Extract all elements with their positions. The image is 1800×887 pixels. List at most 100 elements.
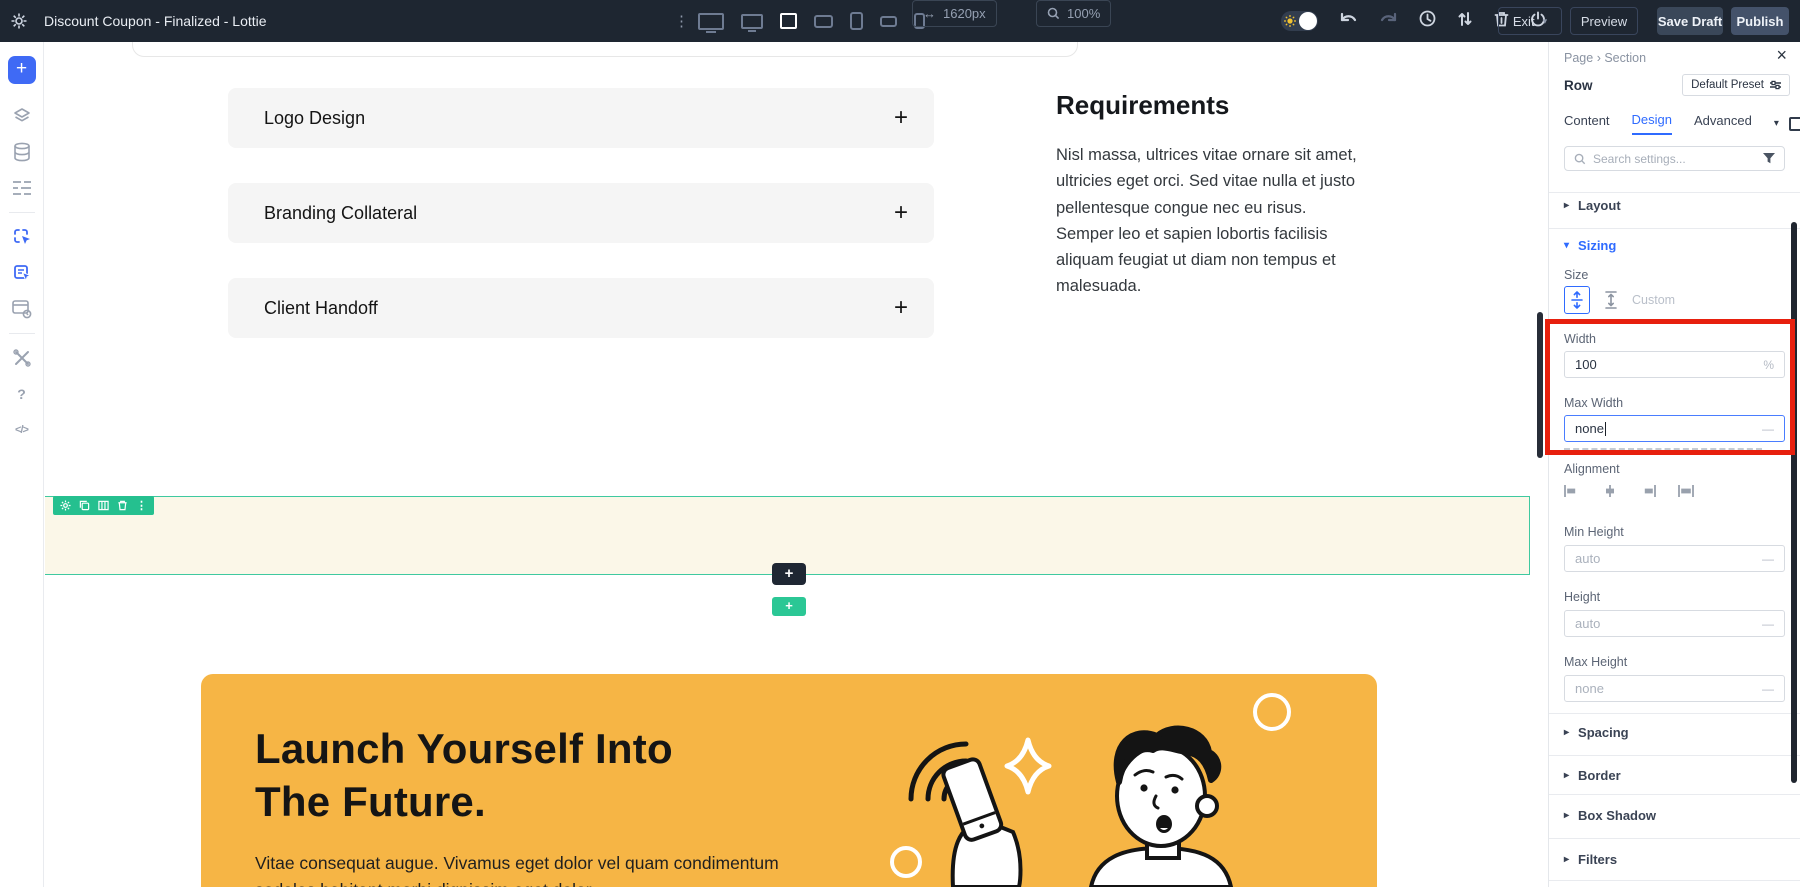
panel-divider (1549, 755, 1800, 756)
breadcrumb-page[interactable]: Page (1564, 51, 1593, 65)
settings-gear-icon[interactable] (10, 0, 28, 42)
align-left-button[interactable] (1564, 484, 1580, 503)
zoom-control[interactable]: 100% (1036, 0, 1111, 27)
collapsed-arrow-icon: ▸ (1564, 810, 1569, 821)
hero-section[interactable]: Launch Yourself Into The Future. Vitae c… (201, 674, 1377, 887)
plus-icon[interactable]: + (894, 104, 908, 132)
preset-sliders-icon (1770, 80, 1781, 90)
editor-canvas[interactable]: Logo Design + Branding Collateral + Clie… (45, 42, 1548, 887)
accordion-item-logo-design[interactable]: Logo Design + (228, 88, 934, 148)
import-export-icon[interactable] (1457, 11, 1473, 32)
max-height-unit[interactable]: — (1762, 682, 1774, 696)
add-inside-section-button[interactable]: + (772, 563, 806, 585)
add-section-below-button[interactable]: + (772, 597, 806, 616)
breakpoint-switcher (698, 0, 925, 42)
help-icon[interactable]: ? (10, 382, 34, 406)
sidebar-divider (9, 333, 35, 334)
align-center-button[interactable] (1602, 484, 1618, 503)
panel-divider (1549, 192, 1800, 193)
toolbar-settings-icon[interactable] (60, 500, 71, 511)
tab-content[interactable]: Content (1564, 113, 1610, 134)
max-height-input[interactable]: none — (1564, 675, 1785, 702)
section-spacing[interactable]: ▸ Spacing (1564, 725, 1785, 740)
toolbar-more-icon[interactable]: ⋮ (136, 499, 147, 512)
toolbar-trash-icon[interactable] (117, 500, 128, 511)
toolbar-duplicate-icon[interactable] (79, 500, 90, 511)
max-width-label: Max Width (1564, 396, 1785, 410)
filter-funnel-icon[interactable] (1763, 153, 1775, 164)
settings-panel: Page › Section × Row Default Preset Cont… (1548, 42, 1800, 887)
align-right-button[interactable] (1640, 484, 1656, 503)
history-clock-icon[interactable] (1419, 10, 1436, 32)
search-icon (1574, 153, 1586, 165)
canvas-width-input[interactable]: ↔ 1620px (912, 0, 997, 27)
size-height-button[interactable] (1598, 286, 1624, 314)
height-input[interactable]: auto — (1564, 610, 1785, 637)
selected-section[interactable]: ⋮ + + (45, 496, 1530, 575)
section-sizing[interactable]: ▾ Sizing (1564, 238, 1785, 253)
section-filters[interactable]: ▸ Filters (1564, 852, 1785, 867)
align-stretch-button[interactable] (1678, 484, 1694, 503)
tools-icon[interactable] (10, 346, 34, 370)
panel-scrollbar[interactable] (1791, 222, 1797, 783)
max-width-input[interactable]: none — (1564, 415, 1785, 442)
toolbar-columns-icon[interactable] (98, 500, 109, 511)
structure-tree-icon[interactable] (10, 176, 34, 200)
canvas-scrollbar[interactable] (1537, 312, 1543, 458)
partial-card-above (132, 42, 1078, 57)
layers-icon[interactable] (10, 104, 34, 128)
breakpoint-laptop-icon[interactable] (780, 13, 797, 29)
width-input[interactable]: 100 % (1564, 351, 1785, 378)
section-box-shadow[interactable]: ▸ Box Shadow (1564, 808, 1785, 823)
preview-button[interactable]: Preview (1570, 7, 1638, 35)
tab-advanced[interactable]: Advanced (1694, 113, 1752, 134)
magnifier-icon (1047, 7, 1060, 20)
min-height-unit[interactable]: — (1762, 552, 1774, 566)
min-height-input[interactable]: auto — (1564, 545, 1785, 572)
publish-button[interactable]: Publish (1731, 7, 1789, 35)
theme-toggle[interactable] (1281, 11, 1318, 31)
plus-icon[interactable]: + (894, 294, 908, 322)
height-label: Height (1564, 590, 1785, 604)
breakpoint-desktop-icon[interactable] (741, 14, 763, 29)
collapsed-arrow-icon: ▸ (1564, 200, 1569, 211)
height-unit[interactable]: — (1762, 617, 1774, 631)
close-panel-icon[interactable]: × (1776, 48, 1787, 62)
exit-label: Exit (1513, 14, 1535, 29)
max-width-unit[interactable]: — (1762, 422, 1774, 436)
width-unit[interactable]: % (1763, 358, 1774, 372)
default-preset-button[interactable]: Default Preset (1682, 74, 1790, 96)
alignment-group (1564, 484, 1785, 503)
add-element-button[interactable]: + (8, 56, 36, 84)
canvas-width-value: 1620px (943, 6, 986, 21)
exit-button[interactable]: Exit ▾ (1498, 7, 1562, 35)
tabs-caret-icon[interactable]: ▾ (1774, 118, 1779, 129)
topbar-menu-dots-icon[interactable]: ⋮ (674, 0, 689, 42)
select-element-icon[interactable] (10, 225, 34, 249)
size-vertical-stretch-button[interactable] (1564, 286, 1590, 314)
breakpoint-phone-landscape-icon[interactable] (880, 16, 897, 27)
accordion-item-client-handoff[interactable]: Client Handoff + (228, 278, 934, 338)
section-layout[interactable]: ▸ Layout (1564, 198, 1785, 213)
breadcrumb: Page › Section (1564, 49, 1785, 67)
breakpoint-tablet-portrait-icon[interactable] (850, 12, 863, 30)
sidebar-divider (9, 212, 35, 213)
breakpoint-desktop-large-icon[interactable] (698, 13, 724, 30)
breakpoint-tablet-landscape-icon[interactable] (814, 15, 833, 28)
frame-mode-icon[interactable] (1789, 117, 1800, 131)
save-draft-button[interactable]: Save Draft (1657, 7, 1723, 35)
undo-icon[interactable] (1339, 12, 1358, 31)
accordion-item-branding-collateral[interactable]: Branding Collateral + (228, 183, 934, 243)
expanded-arrow-icon: ▾ (1564, 240, 1569, 251)
settings-search[interactable]: Search settings... (1564, 146, 1785, 171)
section-border[interactable]: ▸ Border (1564, 768, 1785, 783)
database-icon[interactable] (10, 140, 34, 164)
select-container-icon[interactable] (10, 261, 34, 285)
templates-icon[interactable] (10, 297, 34, 321)
plus-icon[interactable]: + (894, 199, 908, 227)
code-icon[interactable]: </> (10, 418, 34, 442)
breadcrumb-section[interactable]: Section (1604, 51, 1646, 65)
max-width-value: none (1575, 421, 1762, 436)
tab-design[interactable]: Design (1632, 112, 1672, 135)
redo-icon[interactable] (1379, 12, 1398, 31)
